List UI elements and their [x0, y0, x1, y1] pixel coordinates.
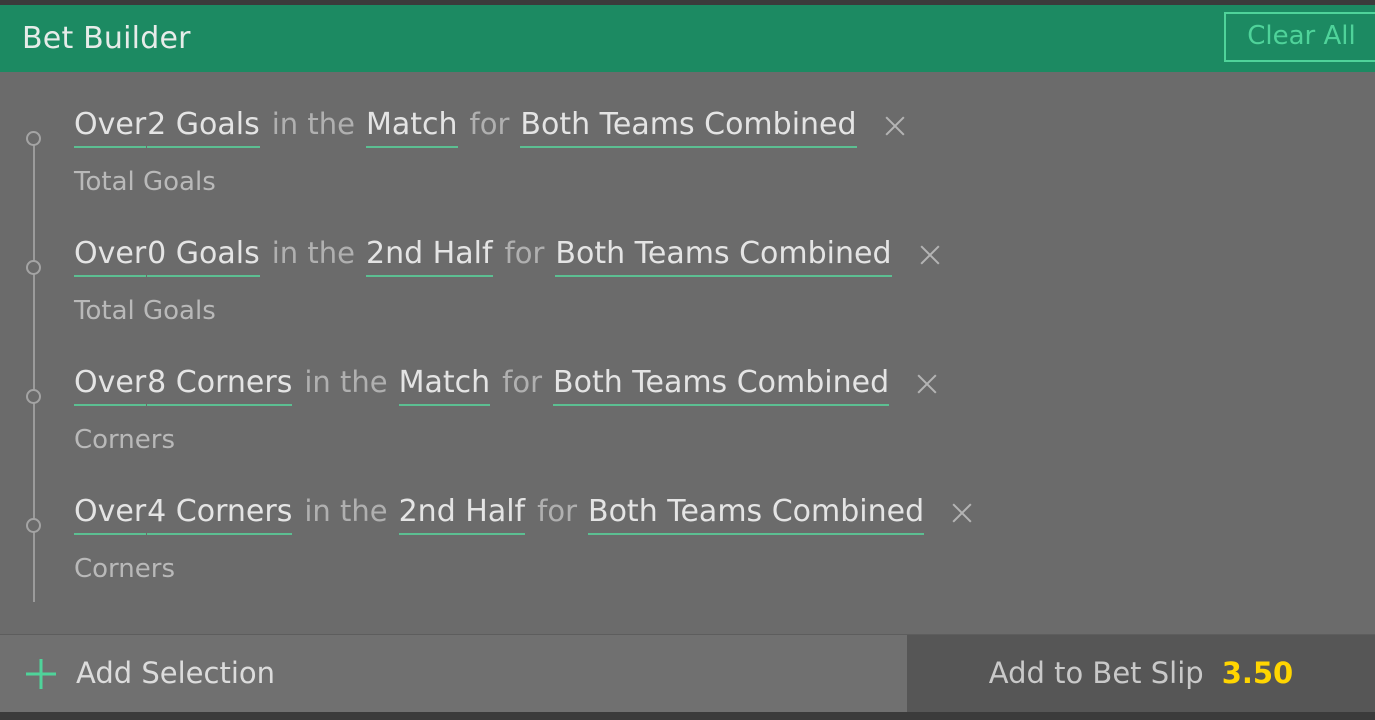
selection-period-token[interactable]: Match — [366, 110, 458, 148]
selection-period-token[interactable]: 2nd Half — [366, 239, 493, 277]
selection-subject-token[interactable]: Both Teams Combined — [555, 239, 892, 277]
selection-connector-in-the: in the — [304, 365, 388, 399]
selection-connector-for: for — [504, 236, 545, 270]
selection-threshold-token[interactable]: 0 Goals — [147, 239, 260, 277]
selection-subject-token[interactable]: Both Teams Combined — [588, 497, 925, 535]
selection-connector-in-the: in the — [271, 236, 355, 270]
selection-row: Over 0 Goals in the 2nd Half for Both Teams C… — [0, 239, 1375, 368]
timeline-node-icon — [26, 518, 41, 533]
selection-threshold-token[interactable]: 2 Goals — [147, 110, 260, 148]
selection-subject-token[interactable]: Both Teams Combined — [520, 110, 857, 148]
selection-direction-token[interactable]: Over — [74, 497, 147, 535]
timeline-node-icon — [26, 260, 41, 275]
timeline-node-icon — [26, 389, 41, 404]
selection-line: Over 0 Goals in the 2nd Half for Both Teams C… — [74, 239, 1375, 279]
add-selection-button[interactable]: Add Selection — [0, 635, 907, 712]
selection-line: Over 4 Corners in the 2nd Half for Both Teams… — [74, 497, 1375, 537]
close-icon[interactable] — [949, 500, 975, 526]
rows-container: Over 2 Goals in the Match for Both Teams Comb… — [0, 110, 1375, 626]
odds-value: 3.50 — [1221, 656, 1294, 690]
selection-row: Over 8 Corners in the Match for Both Teams Co… — [0, 368, 1375, 497]
selection-connector-in-the: in the — [304, 494, 388, 528]
selection-row: Over 4 Corners in the 2nd Half for Both Teams… — [0, 497, 1375, 626]
selection-connector-for: for — [469, 107, 510, 141]
selection-market-label: Total Goals — [74, 296, 216, 326]
timeline-node-icon — [26, 131, 41, 146]
selections-list: Over 2 Goals in the Match for Both Teams Comb… — [0, 72, 1375, 626]
selection-line: Over 2 Goals in the Match for Both Teams Comb… — [74, 110, 1375, 150]
selection-connector-for: for — [502, 365, 543, 399]
bet-builder-app: Bet Builder Clear All Over 2 Goals in the M… — [0, 0, 1375, 720]
selection-market-label: Total Goals — [74, 167, 216, 197]
close-icon[interactable] — [917, 242, 943, 268]
selection-period-token[interactable]: 2nd Half — [398, 497, 526, 535]
selection-direction-token[interactable]: Over — [74, 110, 147, 148]
plus-icon — [26, 659, 56, 689]
add-to-bet-slip-button[interactable]: Add to Bet Slip 3.50 — [907, 635, 1375, 712]
close-icon[interactable] — [914, 371, 940, 397]
selection-connector-for: for — [537, 494, 577, 528]
page-title: Bet Builder — [22, 20, 191, 56]
selection-threshold-token[interactable]: 4 Corners — [147, 497, 293, 535]
selection-period-token[interactable]: Match — [398, 368, 491, 406]
footer-bar: Add Selection Add to Bet Slip 3.50 — [0, 634, 1375, 712]
selection-market-label: Corners — [74, 425, 176, 455]
bottom-edge-strip — [0, 712, 1375, 720]
selection-connector-in-the: in the — [271, 107, 355, 141]
selection-subject-token[interactable]: Both Teams Combined — [553, 368, 890, 406]
header-bar: Bet Builder Clear All — [0, 5, 1375, 72]
selections-panel: Over 2 Goals in the Match for Both Teams Comb… — [0, 72, 1375, 634]
selection-market-label: Corners — [74, 554, 176, 584]
add-to-bet-slip-label: Add to Bet Slip — [988, 656, 1204, 690]
selection-row: Over 2 Goals in the Match for Both Teams Comb… — [0, 110, 1375, 239]
selection-direction-token[interactable]: Over — [74, 239, 147, 277]
selection-line: Over 8 Corners in the Match for Both Teams Co… — [74, 368, 1375, 408]
selection-direction-token[interactable]: Over — [74, 368, 147, 406]
selection-threshold-token[interactable]: 8 Corners — [147, 368, 293, 406]
clear-all-button[interactable]: Clear All — [1224, 12, 1375, 62]
close-icon[interactable] — [882, 113, 908, 139]
add-selection-label: Add Selection — [76, 656, 276, 690]
